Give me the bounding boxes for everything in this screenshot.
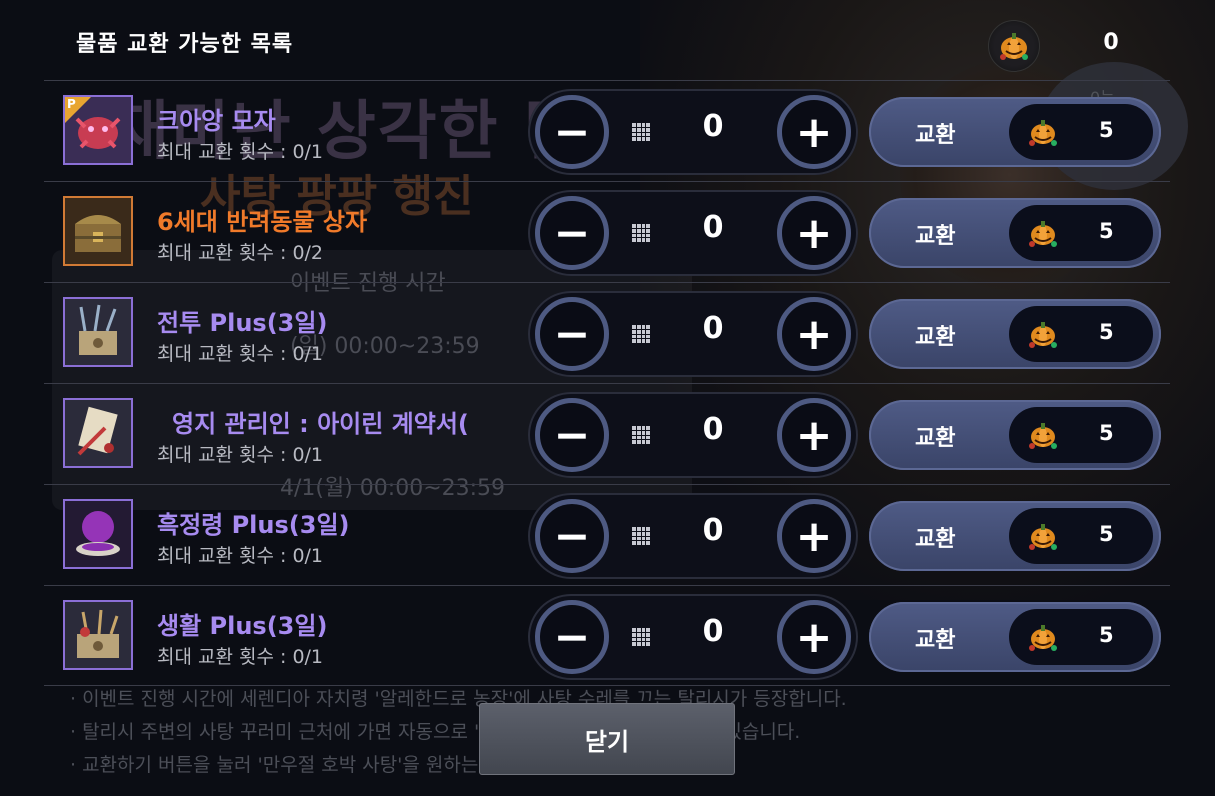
item-name: 6세대 반려동물 상자 <box>157 208 368 236</box>
exchange-button-label: 교환 <box>915 325 956 350</box>
combat-crate-icon[interactable] <box>63 297 133 367</box>
exchange-button-label: 교환 <box>915 224 956 249</box>
pet-box-icon[interactable] <box>63 196 133 266</box>
quantity-value: 0 <box>702 513 724 548</box>
item-exchange-limit: 최대 교환 횟수 : 0/1 <box>157 646 324 668</box>
item-exchange-limit: 최대 교환 횟수 : 0/1 <box>157 141 324 163</box>
pumpkin-candy-icon <box>1029 322 1057 348</box>
increase-button[interactable]: + <box>777 398 851 472</box>
exchange-cost: 5 <box>1009 407 1153 463</box>
quantity-value: 0 <box>702 311 724 346</box>
exchange-cost: 5 <box>1009 306 1153 362</box>
item-exchange-limit: 최대 교환 횟수 : 0/1 <box>157 343 324 365</box>
list-item: P 크아앙 모자 최대 교환 횟수 : 0/1 − 0 + 교환 5 <box>44 80 1170 181</box>
quantity-stepper: − 0 + <box>528 89 858 175</box>
keypad-icon[interactable] <box>632 224 650 242</box>
increase-button[interactable]: + <box>777 196 851 270</box>
exchange-button-label: 교환 <box>915 426 956 451</box>
increase-button[interactable]: + <box>777 95 851 169</box>
exchange-cost: 5 <box>1009 508 1153 564</box>
item-name: 영지 관리인 : 아이린 계약서( <box>172 410 469 438</box>
exchange-list-title: 물품 교환 가능한 목록 <box>76 32 294 57</box>
exchange-button-label: 교환 <box>915 123 956 148</box>
premium-badge-label: P <box>67 97 76 111</box>
cost-value: 5 <box>1099 219 1114 243</box>
cost-value: 5 <box>1099 421 1114 445</box>
item-exchange-limit: 최대 교환 횟수 : 0/2 <box>157 242 324 264</box>
life-crate-icon[interactable] <box>63 600 133 670</box>
pumpkin-candy-icon <box>1029 524 1057 550</box>
exchange-button[interactable]: 교환 5 <box>869 198 1161 268</box>
decrease-button[interactable]: − <box>535 196 609 270</box>
exchange-button-label: 교환 <box>915 527 956 552</box>
pumpkin-candy-icon <box>1029 120 1057 146</box>
pumpkin-candy-icon <box>1029 625 1057 651</box>
list-item: 생활 Plus(3일) 최대 교환 횟수 : 0/1 − 0 + 교환 5 <box>44 585 1170 686</box>
candy-balance: 0 <box>1103 30 1119 55</box>
exchange-cost: 5 <box>1009 104 1153 160</box>
list-item: 전투 Plus(3일) 최대 교환 횟수 : 0/1 − 0 + 교환 5 <box>44 282 1170 383</box>
pumpkin-candy-icon <box>988 20 1040 72</box>
crab-hat-icon[interactable]: P <box>63 95 133 165</box>
exchange-button[interactable]: 교환 5 <box>869 400 1161 470</box>
exchange-button[interactable]: 교환 5 <box>869 602 1161 672</box>
exchange-button-label: 교환 <box>915 628 956 653</box>
decrease-button[interactable]: − <box>535 297 609 371</box>
quantity-stepper: − 0 + <box>528 291 858 377</box>
list-item: 영지 관리인 : 아이린 계약서( 최대 교환 횟수 : 0/1 − 0 + 교… <box>44 383 1170 484</box>
cost-value: 5 <box>1099 320 1114 344</box>
cost-value: 5 <box>1099 118 1114 142</box>
exchange-button[interactable]: 교환 5 <box>869 501 1161 571</box>
keypad-icon[interactable] <box>632 325 650 343</box>
list-item: 6세대 반려동물 상자 최대 교환 횟수 : 0/2 − 0 + 교환 5 <box>44 181 1170 282</box>
quantity-value: 0 <box>702 109 724 144</box>
pumpkin-candy-icon <box>1029 423 1057 449</box>
item-name: 생활 Plus(3일) <box>157 612 328 640</box>
increase-button[interactable]: + <box>777 297 851 371</box>
dark-spirit-bowl-icon[interactable] <box>63 499 133 569</box>
cost-value: 5 <box>1099 522 1114 546</box>
quantity-stepper: − 0 + <box>528 392 858 478</box>
keypad-icon[interactable] <box>632 123 650 141</box>
item-name: 전투 Plus(3일) <box>157 309 328 337</box>
exchange-button[interactable]: 교환 5 <box>869 97 1161 167</box>
quantity-value: 0 <box>702 210 724 245</box>
quantity-stepper: − 0 + <box>528 594 858 680</box>
item-exchange-limit: 최대 교환 횟수 : 0/1 <box>157 545 324 567</box>
exchange-item-list: P 크아앙 모자 최대 교환 횟수 : 0/1 − 0 + 교환 5 6세대 반… <box>44 80 1170 686</box>
list-item: 흑정령 Plus(3일) 최대 교환 횟수 : 0/1 − 0 + 교환 5 <box>44 484 1170 585</box>
quantity-stepper: − 0 + <box>528 190 858 276</box>
close-button[interactable]: 닫기 <box>479 703 735 775</box>
quantity-value: 0 <box>702 412 724 447</box>
increase-button[interactable]: + <box>777 600 851 674</box>
exchange-cost: 5 <box>1009 609 1153 665</box>
decrease-button[interactable]: − <box>535 499 609 573</box>
cost-value: 5 <box>1099 623 1114 647</box>
keypad-icon[interactable] <box>632 527 650 545</box>
keypad-icon[interactable] <box>632 628 650 646</box>
decrease-button[interactable]: − <box>535 398 609 472</box>
increase-button[interactable]: + <box>777 499 851 573</box>
decrease-button[interactable]: − <box>535 600 609 674</box>
quantity-value: 0 <box>702 614 724 649</box>
exchange-button[interactable]: 교환 5 <box>869 299 1161 369</box>
pumpkin-candy-icon <box>1029 221 1057 247</box>
quantity-stepper: − 0 + <box>528 493 858 579</box>
item-name: 흑정령 Plus(3일) <box>157 511 350 539</box>
decrease-button[interactable]: − <box>535 95 609 169</box>
exchange-cost: 5 <box>1009 205 1153 261</box>
keypad-icon[interactable] <box>632 426 650 444</box>
item-exchange-limit: 최대 교환 횟수 : 0/1 <box>157 444 324 466</box>
contract-scroll-icon[interactable] <box>63 398 133 468</box>
item-name: 크아앙 모자 <box>157 107 276 135</box>
